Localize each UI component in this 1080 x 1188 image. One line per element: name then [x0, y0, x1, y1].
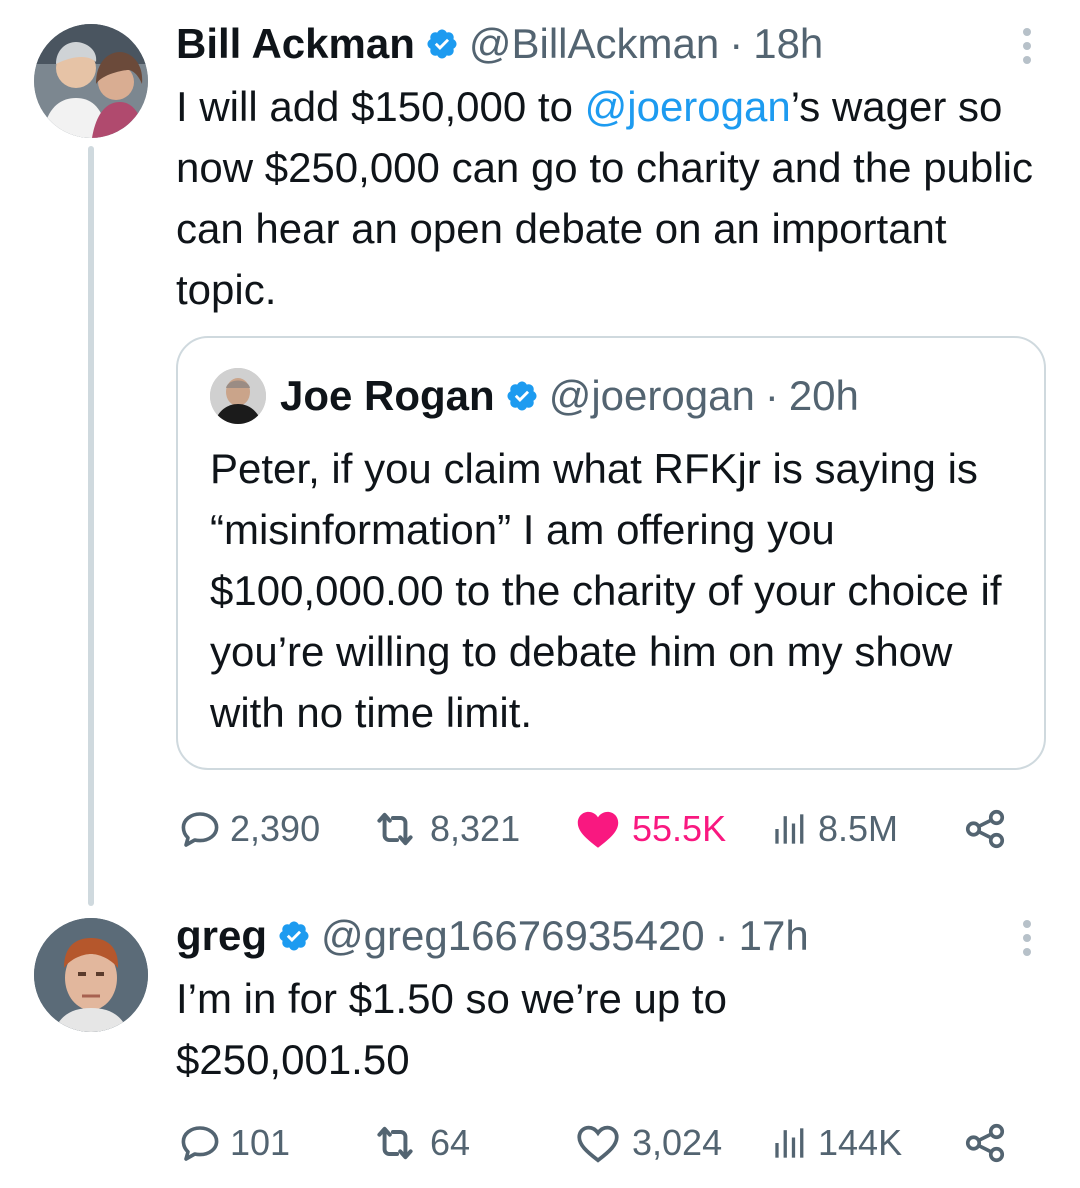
like-count: 3,024 — [632, 1122, 723, 1163]
like-button[interactable]: 55.5K — [570, 804, 726, 854]
author-handle[interactable]: @greg16676935420 — [321, 912, 705, 960]
retweet-icon — [366, 1118, 424, 1168]
reply-button[interactable]: 2,390 — [176, 804, 320, 854]
retweet-icon — [366, 804, 424, 854]
retweet-count: 8,321 — [430, 808, 521, 849]
tweet-bill-ackman[interactable]: Bill Ackman @BillAckman · 18h I will add… — [0, 0, 1080, 906]
tweet-text: I will add $150,000 to @joerogan’s wager… — [176, 76, 1056, 320]
like-button[interactable]: 3,024 — [570, 1118, 722, 1168]
retweet-button[interactable]: 8,321 — [366, 804, 520, 854]
like-count: 55.5K — [632, 808, 727, 849]
views-icon — [768, 1121, 812, 1165]
share-button[interactable] — [962, 804, 1014, 854]
separator: · — [714, 912, 729, 959]
view-count: 144K — [818, 1122, 903, 1163]
tweet-header: Bill Ackman @BillAckman · 18h — [176, 20, 823, 68]
separator: · — [729, 20, 744, 67]
share-icon — [962, 806, 1008, 852]
avatar[interactable] — [34, 24, 148, 138]
quoted-author-handle[interactable]: @joerogan — [549, 372, 755, 420]
quoted-tweet[interactable]: Joe Rogan @joerogan · 20h Peter, if you … — [176, 336, 1046, 770]
avatar[interactable] — [210, 368, 266, 424]
mention-link[interactable]: @joerogan — [585, 83, 791, 130]
view-count: 8.5M — [818, 808, 899, 849]
more-options-icon[interactable] — [1022, 920, 1032, 956]
share-icon — [962, 1120, 1008, 1166]
user-avatar-photo — [34, 24, 148, 138]
retweet-count: 64 — [430, 1122, 471, 1163]
views-button[interactable]: 144K — [768, 1118, 902, 1168]
tweet-actions: 101 64 3,024 144K — [176, 1118, 1016, 1168]
reply-icon — [176, 805, 224, 853]
reply-button[interactable]: 101 — [176, 1118, 290, 1168]
views-icon — [768, 807, 812, 851]
author-name[interactable]: Bill Ackman — [176, 20, 415, 68]
user-avatar-photo — [34, 918, 148, 1032]
reply-icon — [176, 1119, 224, 1167]
verified-badge-icon — [425, 27, 459, 61]
more-options-icon[interactable] — [1022, 28, 1032, 64]
share-button[interactable] — [962, 1118, 1014, 1168]
author-name[interactable]: greg — [176, 912, 267, 960]
tweet-text: I’m in for $1.50 so we’re up to $250,001… — [176, 975, 727, 1083]
quoted-tweet-header: Joe Rogan @joerogan · 20h — [280, 372, 859, 420]
thread-line — [88, 146, 94, 906]
quoted-author-name[interactable]: Joe Rogan — [280, 372, 495, 420]
quoted-tweet-text: Peter, if you claim what RFKjr is saying… — [210, 445, 1002, 736]
reply-count: 2,390 — [230, 808, 321, 849]
views-button[interactable]: 8.5M — [768, 804, 898, 854]
retweet-button[interactable]: 64 — [366, 1118, 470, 1168]
quoted-timestamp[interactable]: 20h — [789, 372, 859, 420]
verified-badge-icon — [505, 379, 539, 413]
verified-badge-icon — [277, 919, 311, 953]
reply-count: 101 — [230, 1122, 291, 1163]
author-handle[interactable]: @BillAckman — [469, 20, 719, 68]
heart-icon — [570, 1118, 626, 1168]
timestamp[interactable]: 18h — [753, 20, 823, 68]
heart-filled-icon — [570, 804, 626, 854]
tweet-header: greg @greg16676935420 · 17h — [176, 912, 809, 960]
user-avatar-photo — [210, 368, 266, 424]
tweet-text-prefix: I will add $150,000 to — [176, 83, 585, 130]
tweet-actions: 2,390 8,321 55.5K 8.5M — [176, 804, 1016, 854]
separator: · — [764, 372, 779, 419]
avatar[interactable] — [34, 918, 148, 1032]
timestamp[interactable]: 17h — [739, 912, 809, 960]
